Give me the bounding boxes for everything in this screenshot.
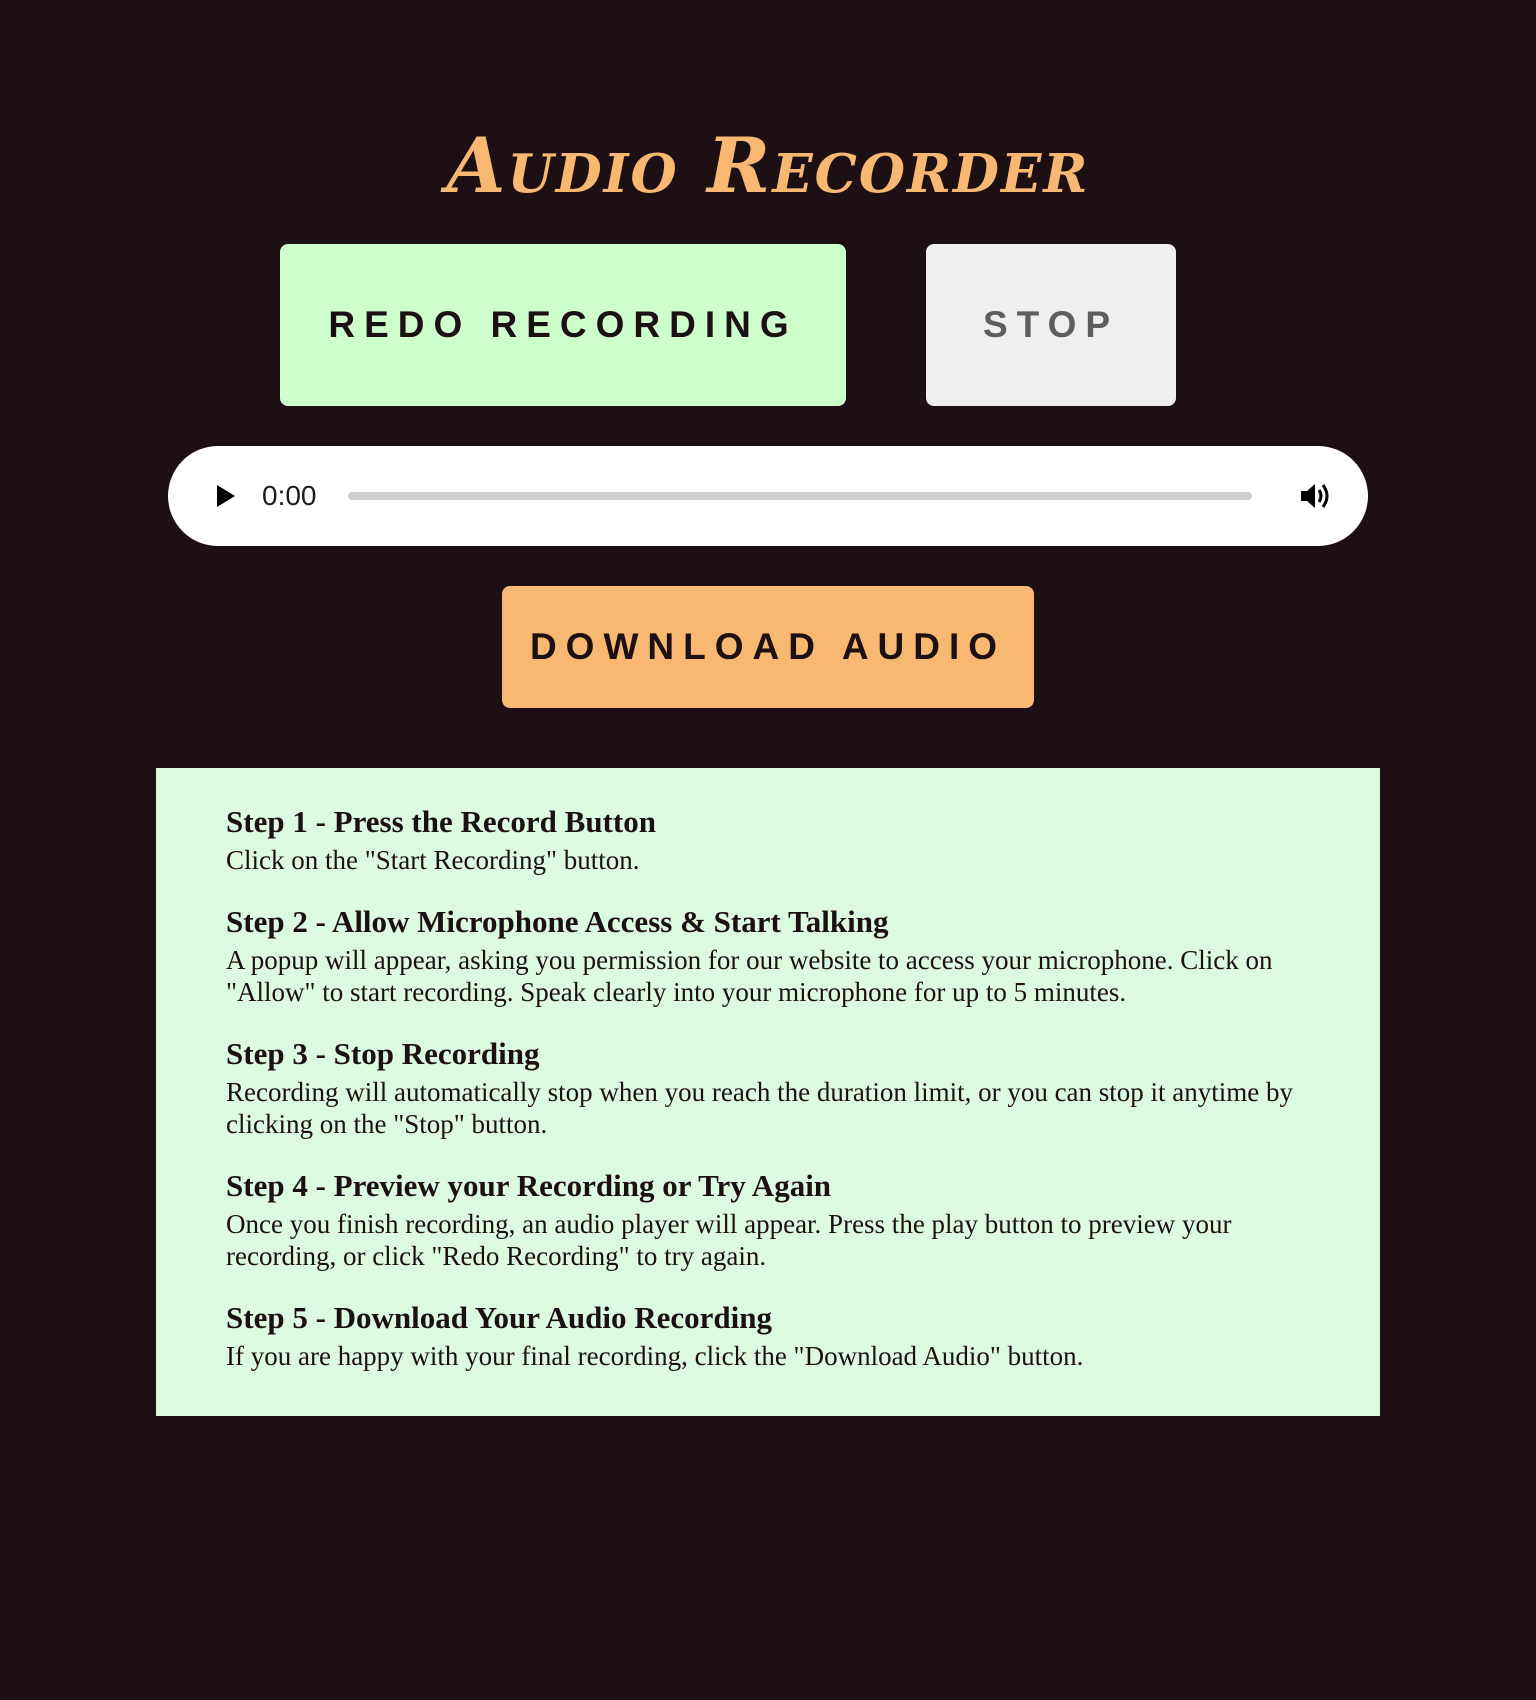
step-3: Step 3 - Stop Recording Recording will a… — [226, 1034, 1310, 1140]
step-2: Step 2 - Allow Microphone Access & Start… — [226, 902, 1310, 1008]
step-body: A popup will appear, asking you permissi… — [226, 945, 1273, 1007]
step-body: Click on the "Start Recording" button. — [226, 845, 640, 875]
current-time: 0:00 — [262, 480, 317, 511]
step-body: If you are happy with your final recordi… — [226, 1341, 1084, 1371]
redo-recording-button[interactable]: REDO RECORDING — [280, 244, 846, 406]
step-body: Once you finish recording, an audio play… — [226, 1209, 1232, 1271]
page-title: Audio Recorder — [446, 120, 1090, 210]
play-icon[interactable] — [208, 478, 244, 514]
step-title: Step 4 - Preview your Recording or Try A… — [226, 1168, 832, 1203]
stop-button[interactable]: STOP — [926, 244, 1176, 406]
step-title: Step 5 - Download Your Audio Recording — [226, 1300, 773, 1335]
seek-bar[interactable] — [348, 492, 1252, 500]
step-4: Step 4 - Preview your Recording or Try A… — [226, 1166, 1310, 1272]
audio-player: 0:00 — [168, 446, 1368, 546]
instructions-panel: Step 1 - Press the Record Button Click o… — [156, 768, 1380, 1416]
step-title: Step 3 - Stop Recording — [226, 1036, 540, 1071]
step-5: Step 5 - Download Your Audio Recording I… — [226, 1298, 1310, 1372]
step-body: Recording will automatically stop when y… — [226, 1077, 1294, 1139]
step-1: Step 1 - Press the Record Button Click o… — [226, 802, 1310, 876]
download-audio-button[interactable]: DOWNLOAD AUDIO — [502, 586, 1034, 708]
volume-icon[interactable] — [1296, 476, 1336, 516]
step-title: Step 1 - Press the Record Button — [226, 804, 656, 839]
step-title: Step 2 - Allow Microphone Access & Start… — [226, 904, 889, 939]
